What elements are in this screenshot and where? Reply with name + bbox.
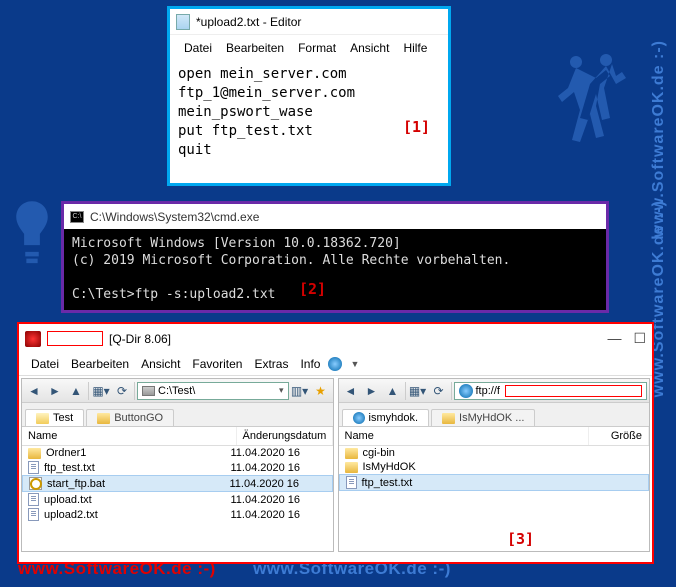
back-button[interactable]: ◄: [24, 381, 44, 401]
minimize-button[interactable]: —: [607, 330, 621, 347]
marker-1: [1]: [403, 118, 430, 136]
right-path-redacted: [505, 385, 642, 397]
marker-2: [2]: [299, 280, 326, 298]
menu-view[interactable]: Ansicht: [344, 39, 395, 57]
maximize-button[interactable]: ☐: [633, 330, 646, 347]
left-file-list: Name Änderungsdatum Ordner1 11.04.2020 1…: [22, 427, 333, 551]
list-item[interactable]: upload2.txt 11.04.2020 16: [22, 507, 333, 522]
notepad-menu: Datei Bearbeiten Format Ansicht Hilfe: [170, 35, 448, 61]
list-item[interactable]: ftp_test.txt 11.04.2020 16: [22, 460, 333, 475]
up-button[interactable]: ▲: [383, 381, 403, 401]
refresh-button[interactable]: ⟳: [112, 381, 132, 401]
globe-icon[interactable]: [328, 357, 342, 371]
left-toolbar: ◄ ► ▲ ▦▾ ⟳ C:\Test\ ▾ ▥▾ ★: [22, 379, 333, 403]
forward-button[interactable]: ►: [362, 381, 382, 401]
back-button[interactable]: ◄: [341, 381, 361, 401]
globe-icon: [459, 384, 473, 398]
menu-info[interactable]: Info: [296, 355, 324, 373]
explorer-button[interactable]: ▥▾: [290, 381, 310, 401]
window-controls: — ☐: [607, 330, 646, 347]
star-button[interactable]: ★: [311, 381, 331, 401]
folder-icon: [345, 462, 358, 473]
menu-format[interactable]: Format: [292, 39, 342, 57]
qdir-menu: Datei Bearbeiten Ansicht Favoriten Extra…: [19, 353, 652, 376]
cmd-icon: C:\: [70, 211, 84, 223]
right-toolbar: ◄ ► ▲ ▦▾ ⟳ ftp://f: [339, 379, 650, 403]
globe-icon: [353, 412, 365, 424]
folder-icon: [28, 448, 41, 459]
chevron-down-icon[interactable]: ▾: [279, 385, 284, 396]
lightbulb-silhouette: [8, 190, 56, 280]
menu-view[interactable]: Ansicht: [137, 355, 184, 373]
cmd-window: C:\ C:\Windows\System32\cmd.exe Microsof…: [61, 201, 609, 313]
notepad-editor[interactable]: open mein_server.com ftp_1@mein_server.c…: [170, 61, 448, 164]
menu-edit[interactable]: Bearbeiten: [220, 39, 290, 57]
col-name[interactable]: Name: [22, 427, 237, 445]
col-date[interactable]: Änderungsdatum: [237, 427, 333, 445]
file-icon: [28, 461, 39, 474]
menu-help[interactable]: Hilfe: [397, 39, 433, 57]
list-item[interactable]: start_ftp.bat 11.04.2020 16: [22, 475, 333, 492]
col-name[interactable]: Name: [339, 427, 590, 445]
menu-file[interactable]: Datei: [178, 39, 218, 57]
notepad-titlebar[interactable]: *upload2.txt - Editor: [170, 9, 448, 35]
cmd-output[interactable]: Microsoft Windows [Version 10.0.18362.72…: [64, 229, 606, 309]
list-item[interactable]: ftp_test.txt: [339, 474, 650, 491]
list-item[interactable]: upload.txt 11.04.2020 16: [22, 492, 333, 507]
col-size[interactable]: Größe: [589, 427, 649, 445]
menu-extras[interactable]: Extras: [250, 355, 292, 373]
menu-edit[interactable]: Bearbeiten: [67, 355, 133, 373]
refresh-button[interactable]: ⟳: [429, 381, 449, 401]
tab-ismyhdok-folder[interactable]: IsMyHdOK ...: [431, 409, 535, 426]
list-item[interactable]: cgi-bin: [339, 446, 650, 460]
right-list-body[interactable]: cgi-bin IsMyHdOK ftp_test.txt: [339, 446, 650, 491]
right-address-bar[interactable]: ftp://f: [454, 382, 648, 400]
qdir-title: [Q-Dir 8.06]: [109, 332, 171, 346]
up-button[interactable]: ▲: [66, 381, 86, 401]
notepad-window: *upload2.txt - Editor Datei Bearbeiten F…: [167, 6, 451, 186]
tab-buttongo[interactable]: ButtonGO: [86, 409, 174, 426]
qdir-title-redacted: [47, 331, 103, 346]
qdir-icon: [25, 331, 41, 347]
marker-3: [3]: [507, 530, 534, 548]
cmd-title: C:\Windows\System32\cmd.exe: [90, 210, 259, 224]
left-address-bar[interactable]: C:\Test\ ▾: [137, 382, 289, 400]
tab-test[interactable]: Test: [25, 409, 84, 426]
right-tabs: ismyhdok. IsMyHdOK ...: [339, 403, 650, 427]
drive-icon: [142, 386, 155, 396]
left-tabs: Test ButtonGO: [22, 403, 333, 427]
notepad-title: *upload2.txt - Editor: [196, 15, 301, 29]
chevron-down-icon[interactable]: ▼: [346, 357, 363, 371]
right-file-list: Name Größe cgi-bin IsMyHdOK ftp_test.txt: [339, 427, 650, 551]
views-button[interactable]: ▦▾: [91, 381, 111, 401]
left-pane: ◄ ► ▲ ▦▾ ⟳ C:\Test\ ▾ ▥▾ ★ Test ButtonGO: [21, 378, 334, 552]
list-item[interactable]: Ordner1 11.04.2020 16: [22, 446, 333, 460]
right-pane: ◄ ► ▲ ▦▾ ⟳ ftp://f ismyhdok. IsMyHdOK ..…: [338, 378, 651, 552]
folder-icon: [442, 413, 455, 424]
file-icon: [28, 508, 39, 521]
left-list-body[interactable]: Ordner1 11.04.2020 16 ftp_test.txt 11.04…: [22, 446, 333, 522]
folder-icon: [97, 413, 110, 424]
folder-icon: [345, 448, 358, 459]
menu-file[interactable]: Datei: [27, 355, 63, 373]
tab-ismyhdok-ftp[interactable]: ismyhdok.: [342, 409, 430, 426]
forward-button[interactable]: ►: [45, 381, 65, 401]
file-icon: [346, 476, 357, 489]
menu-favorites[interactable]: Favoriten: [188, 355, 246, 373]
bat-icon: [29, 477, 42, 490]
cmd-titlebar[interactable]: C:\ C:\Windows\System32\cmd.exe: [64, 204, 606, 229]
qdir-titlebar[interactable]: [Q-Dir 8.06] — ☐: [19, 324, 652, 353]
folder-icon: [36, 413, 49, 424]
list-item[interactable]: IsMyHdOK: [339, 460, 650, 474]
notepad-icon: [176, 14, 190, 30]
left-path: C:\Test\: [158, 385, 195, 397]
right-path: ftp://f: [476, 385, 500, 397]
qdir-window: [Q-Dir 8.06] — ☐ Datei Bearbeiten Ansich…: [17, 322, 654, 564]
file-icon: [28, 493, 39, 506]
dancers-silhouette: [550, 50, 630, 160]
views-button[interactable]: ▦▾: [408, 381, 428, 401]
